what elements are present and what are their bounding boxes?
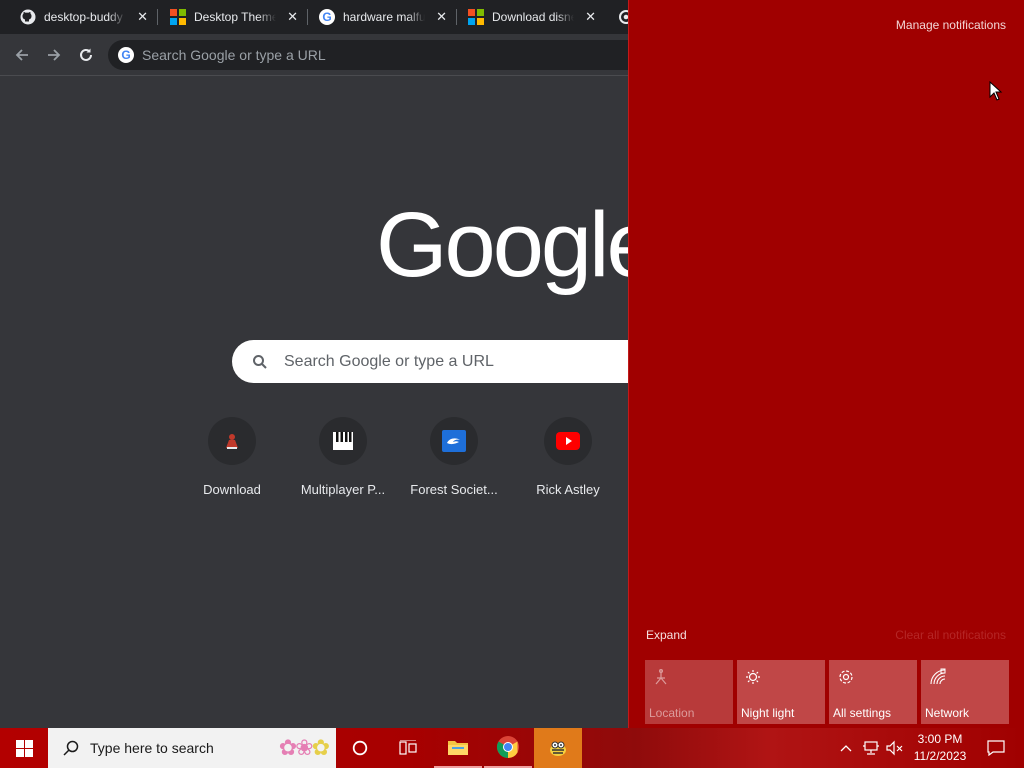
microsoft-store-icon	[170, 9, 186, 25]
address-bar[interactable]: G Search Google or type a URL	[108, 40, 628, 70]
action-center-panel: Manage notifications Expand Clear all no…	[628, 0, 1024, 728]
tab-download-disney[interactable]: Download disney ✕	[448, 0, 606, 34]
google-icon: G	[319, 9, 335, 25]
quick-action-label: Night light	[741, 706, 795, 720]
network-tray-button[interactable]	[860, 728, 882, 768]
notification-icon	[987, 740, 1005, 756]
quick-action-all-settings[interactable]: All settings	[829, 660, 917, 724]
ntp-search-placeholder: Search Google or type a URL	[284, 352, 494, 370]
arrow-left-icon	[15, 49, 28, 61]
mouse-cursor-icon	[989, 80, 1003, 106]
desktop-buddy-taskbar-button[interactable]	[534, 728, 582, 768]
quick-action-label: Network	[925, 706, 970, 720]
tab-strip: desktop-buddy ✕ Desktop Themes ✕ G hardw…	[0, 0, 628, 34]
quick-action-network[interactable]: Network	[921, 660, 1009, 724]
youtube-icon	[544, 417, 592, 465]
new-tab-page: Google Search Google or type a URL Downl…	[0, 77, 628, 728]
taskbar-search-placeholder: Type here to search	[90, 740, 214, 756]
quick-action-location[interactable]: Location	[645, 660, 733, 724]
clock-date: 11/2/2023	[913, 749, 967, 763]
reload-button[interactable]	[72, 41, 100, 69]
reload-icon	[80, 48, 92, 61]
system-clock[interactable]: 3:00 PM 11/2/2023	[912, 731, 968, 765]
clock-time: 3:00 PM	[917, 732, 963, 746]
tab-chrome-partial[interactable]	[598, 0, 628, 34]
shortcut-forest-society[interactable]: Forest Societ...	[398, 417, 510, 497]
search-icon	[63, 740, 79, 756]
shortcut-label: Download	[203, 482, 261, 497]
manage-notifications-link[interactable]: Manage notifications	[896, 18, 1006, 32]
quick-action-label: Location	[649, 706, 695, 720]
cortana-circle-icon	[352, 740, 368, 756]
close-tab-icon[interactable]: ✕	[137, 9, 148, 25]
taskbar-search-box[interactable]: Type here to search ✿❀✿	[48, 728, 336, 768]
clear-all-notifications-link: Clear all notifications	[895, 628, 1006, 642]
location-icon	[653, 668, 671, 686]
file-explorer-button[interactable]	[434, 728, 482, 768]
back-button[interactable]	[8, 41, 36, 69]
shortcut-download[interactable]: Download	[176, 417, 288, 497]
taskbar: Type here to search ✿❀✿ 3:00 PM 11/2/202…	[0, 728, 1024, 768]
close-tab-icon[interactable]: ✕	[287, 9, 298, 25]
tab-desktop-buddy[interactable]: desktop-buddy ✕	[0, 0, 158, 34]
volume-tray-button[interactable]	[884, 728, 906, 768]
piano-keys-icon	[319, 417, 367, 465]
chrome-icon	[497, 736, 519, 758]
shortcut-multiplayer-piano[interactable]: Multiplayer P...	[287, 417, 399, 497]
cortana-button[interactable]	[336, 728, 384, 768]
chrome-taskbar-button[interactable]	[484, 728, 532, 768]
shortcut-rick-astley[interactable]: Rick Astley	[512, 417, 624, 497]
bee-mascot-icon	[550, 741, 566, 756]
windows-logo-icon	[15, 739, 33, 757]
close-tab-icon[interactable]: ✕	[585, 9, 596, 25]
github-icon	[20, 9, 36, 25]
flowers-doodle-icon: ✿❀✿	[278, 735, 330, 760]
google-logo: Google	[376, 194, 628, 296]
forward-button[interactable]	[40, 41, 68, 69]
shortcut-label: Forest Societ...	[410, 482, 498, 497]
folder-icon	[448, 741, 468, 755]
shortcut-label: Rick Astley	[536, 482, 600, 497]
tab-title: desktop-buddy	[44, 10, 123, 24]
forest-society-icon	[430, 417, 478, 465]
address-bar-placeholder: Search Google or type a URL	[142, 47, 326, 63]
task-view-icon	[399, 740, 417, 755]
chrome-icon	[618, 9, 628, 25]
network-icon	[929, 668, 947, 686]
arrow-right-icon	[48, 49, 61, 61]
search-icon	[253, 354, 267, 369]
show-hidden-icons-button[interactable]	[836, 728, 856, 768]
quick-action-night-light[interactable]: Night light	[737, 660, 825, 724]
chevron-up-icon	[840, 745, 852, 752]
night-light-icon	[745, 668, 763, 686]
quick-action-label: All settings	[833, 706, 892, 720]
close-tab-icon[interactable]: ✕	[436, 9, 447, 25]
microsoft-store-icon	[468, 9, 484, 25]
start-button[interactable]	[0, 728, 48, 768]
action-center-button[interactable]	[976, 728, 1016, 768]
gear-icon	[837, 668, 855, 686]
shortcut-label: Multiplayer P...	[300, 482, 386, 497]
browser-toolbar: G Search Google or type a URL	[0, 34, 628, 76]
ethernet-icon	[863, 741, 879, 755]
task-view-button[interactable]	[384, 728, 432, 768]
ntp-search-box[interactable]: Search Google or type a URL	[232, 340, 628, 383]
expand-link[interactable]: Expand	[646, 628, 687, 642]
tab-title: Download disney	[492, 10, 574, 24]
red-figure-icon	[208, 417, 256, 465]
google-icon: G	[118, 47, 134, 63]
volume-muted-icon	[886, 740, 903, 756]
chrome-window: desktop-buddy ✕ Desktop Themes ✕ G hardw…	[0, 0, 628, 728]
tab-title: Desktop Themes	[194, 10, 276, 24]
tab-desktop-themes[interactable]: Desktop Themes ✕	[150, 0, 308, 34]
tab-hardware-malfunction[interactable]: G hardware malfunction ✕	[299, 0, 457, 34]
tab-title: hardware malfunction	[343, 10, 425, 24]
